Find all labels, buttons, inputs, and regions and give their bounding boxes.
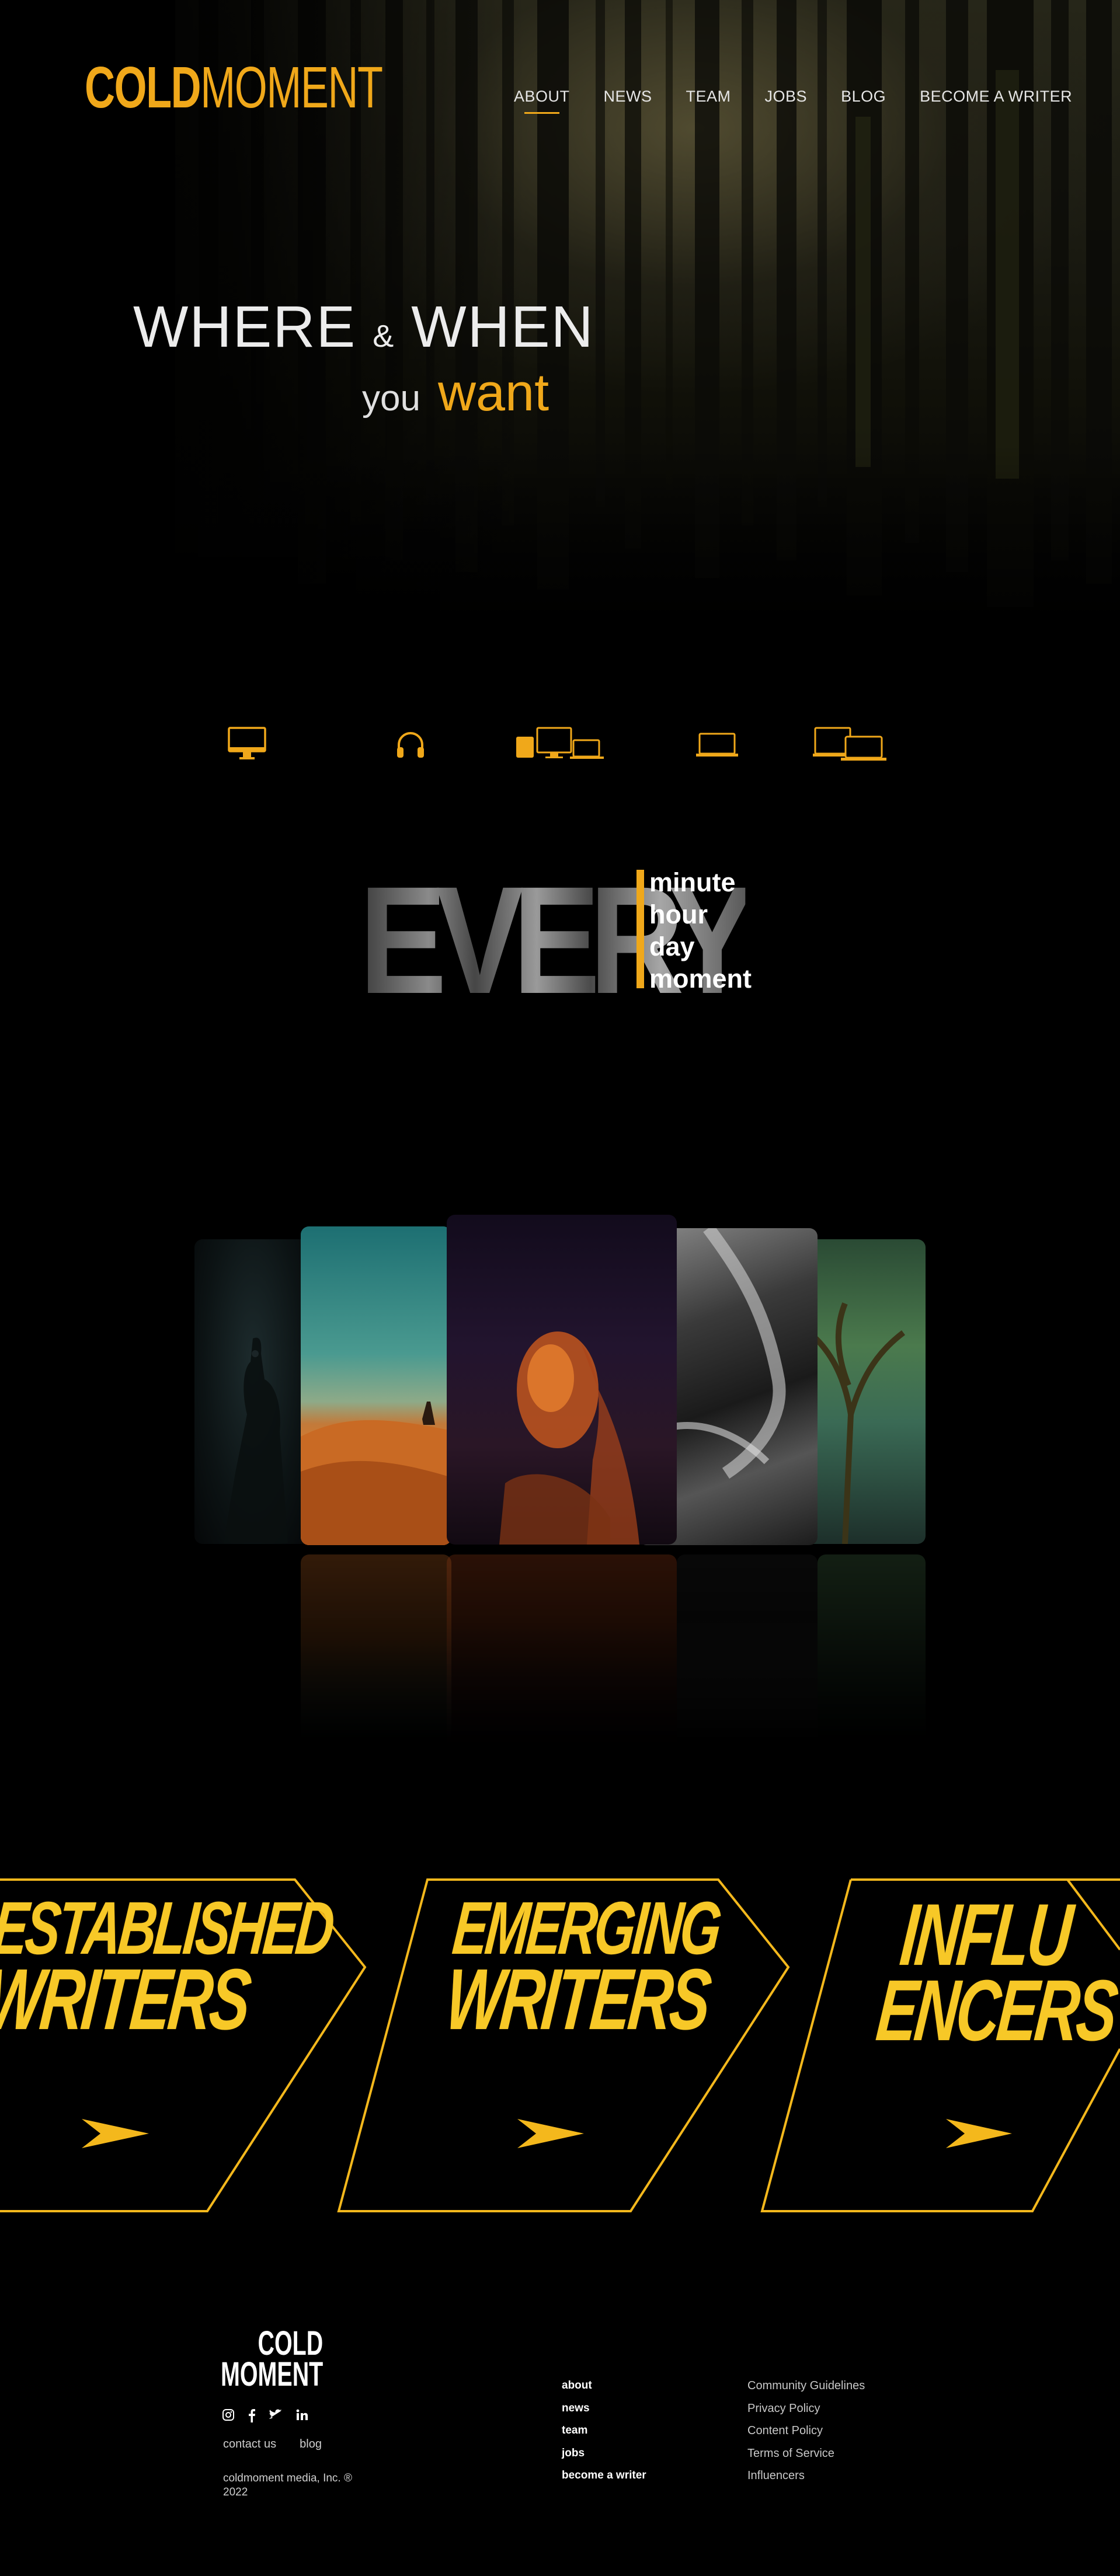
nav-about[interactable]: ABOUT bbox=[514, 88, 570, 114]
logo-text-light: MOMENT bbox=[200, 55, 383, 120]
nav-blog[interactable]: BLOG bbox=[841, 88, 886, 106]
writers-arrows bbox=[82, 2119, 1012, 2148]
footer-link-team[interactable]: team bbox=[562, 2420, 646, 2442]
nav-jobs[interactable]: JOBS bbox=[765, 88, 808, 106]
dark-figure-silhouette bbox=[224, 1337, 288, 1543]
footer-logo[interactable]: COLD MOMENT bbox=[221, 2324, 324, 2394]
footer-policy-column: Community Guidelines Privacy Policy Cont… bbox=[747, 2375, 865, 2487]
hero-subheadline: you want bbox=[362, 367, 549, 419]
footer-blog-link[interactable]: blog bbox=[300, 2438, 322, 2451]
influencers-line1: INFLU bbox=[896, 1885, 1074, 1984]
writers-influencers[interactable]: INFLU ENCERS bbox=[872, 1885, 1120, 2059]
card-forest-reflection bbox=[818, 1554, 926, 1765]
arrow-established-icon[interactable] bbox=[82, 2119, 149, 2148]
footer-copyright: coldmoment media, Inc. ® 2022 bbox=[223, 2472, 352, 2498]
hero-where: WHERE bbox=[133, 294, 357, 360]
linkedin-icon[interactable] bbox=[295, 2408, 308, 2421]
writers-emerging[interactable]: EMERGING WRITERS bbox=[441, 1887, 722, 2048]
arrow-influencers-icon[interactable] bbox=[946, 2119, 1012, 2148]
footer-link-content-policy[interactable]: Content Policy bbox=[747, 2420, 865, 2442]
card-portrait-reflection bbox=[447, 1554, 677, 1776]
facebook-icon[interactable] bbox=[248, 2408, 256, 2422]
twitter-icon[interactable] bbox=[269, 2408, 283, 2421]
card-dark-figure[interactable] bbox=[194, 1239, 311, 1544]
emerging-line2: WRITERS bbox=[441, 1951, 713, 2048]
every-accent-bar bbox=[636, 870, 644, 988]
laptop-tablet-icon bbox=[813, 727, 886, 761]
main-nav: ABOUT NEWS TEAM JOBS BLOG BECOME A WRITE… bbox=[514, 88, 1106, 114]
instagram-icon[interactable] bbox=[222, 2408, 235, 2421]
multi-device-icon bbox=[516, 727, 604, 759]
footer-link-community-guidelines[interactable]: Community Guidelines bbox=[747, 2375, 865, 2397]
portrait-art bbox=[499, 1331, 639, 1545]
hero-want: want bbox=[437, 364, 549, 422]
laptop-icon bbox=[696, 733, 738, 757]
hero-fade-bottom bbox=[0, 444, 1120, 671]
card-monochrome-reflection bbox=[677, 1554, 818, 1765]
desktop-icon bbox=[228, 727, 266, 759]
desert-dunes bbox=[301, 1402, 451, 1545]
footer-link-become-a-writer[interactable]: become a writer bbox=[562, 2465, 646, 2487]
card-desert-reflection bbox=[301, 1554, 451, 1765]
every-item-moment: moment bbox=[649, 964, 752, 994]
footer-contact-us-link[interactable]: contact us bbox=[223, 2438, 276, 2451]
every-list: minute hour day moment bbox=[649, 866, 752, 995]
footer-link-jobs[interactable]: jobs bbox=[562, 2442, 646, 2465]
nav-become-a-writer[interactable]: BECOME A WRITER bbox=[920, 88, 1072, 106]
footer-link-privacy-policy[interactable]: Privacy Policy bbox=[747, 2397, 865, 2420]
logo-text-bold: COLD bbox=[85, 55, 201, 120]
footer-link-terms-of-service[interactable]: Terms of Service bbox=[747, 2442, 865, 2465]
nav-team[interactable]: TEAM bbox=[686, 88, 731, 106]
footer-link-news[interactable]: news bbox=[562, 2397, 646, 2420]
footer-logo-line2: MOMENT bbox=[221, 2355, 324, 2394]
arrow-emerging-icon[interactable] bbox=[517, 2119, 584, 2148]
every-item-hour: hour bbox=[649, 900, 708, 929]
footer-social bbox=[222, 2408, 308, 2422]
hero-you: you bbox=[362, 378, 420, 419]
every-item-minute: minute bbox=[649, 867, 736, 897]
hero-when: WHEN bbox=[411, 294, 594, 360]
footer-secondary-links: contact us blog bbox=[223, 2438, 322, 2451]
established-line2: WRITERS bbox=[0, 1951, 253, 2048]
hero-headline: WHERE & WHEN bbox=[133, 298, 594, 356]
logo[interactable]: COLDMOMENT bbox=[85, 55, 383, 120]
hero-ampersand: & bbox=[373, 319, 395, 354]
footer-logo-line1: COLD bbox=[258, 2324, 324, 2362]
writers-established[interactable]: ESTABLISHED WRITERS bbox=[0, 1887, 336, 2048]
influencers-line2: ENCERS bbox=[872, 1962, 1120, 2059]
nav-news[interactable]: NEWS bbox=[604, 88, 652, 106]
footer-link-about[interactable]: about bbox=[562, 2375, 646, 2397]
every-item-day: day bbox=[649, 932, 695, 961]
headphones-icon bbox=[397, 732, 424, 758]
card-desert[interactable] bbox=[301, 1226, 451, 1545]
footer-nav-column: about news team jobs become a writer bbox=[562, 2375, 646, 2487]
card-portrait[interactable] bbox=[447, 1215, 677, 1545]
footer-link-influencers[interactable]: Influencers bbox=[747, 2465, 865, 2487]
